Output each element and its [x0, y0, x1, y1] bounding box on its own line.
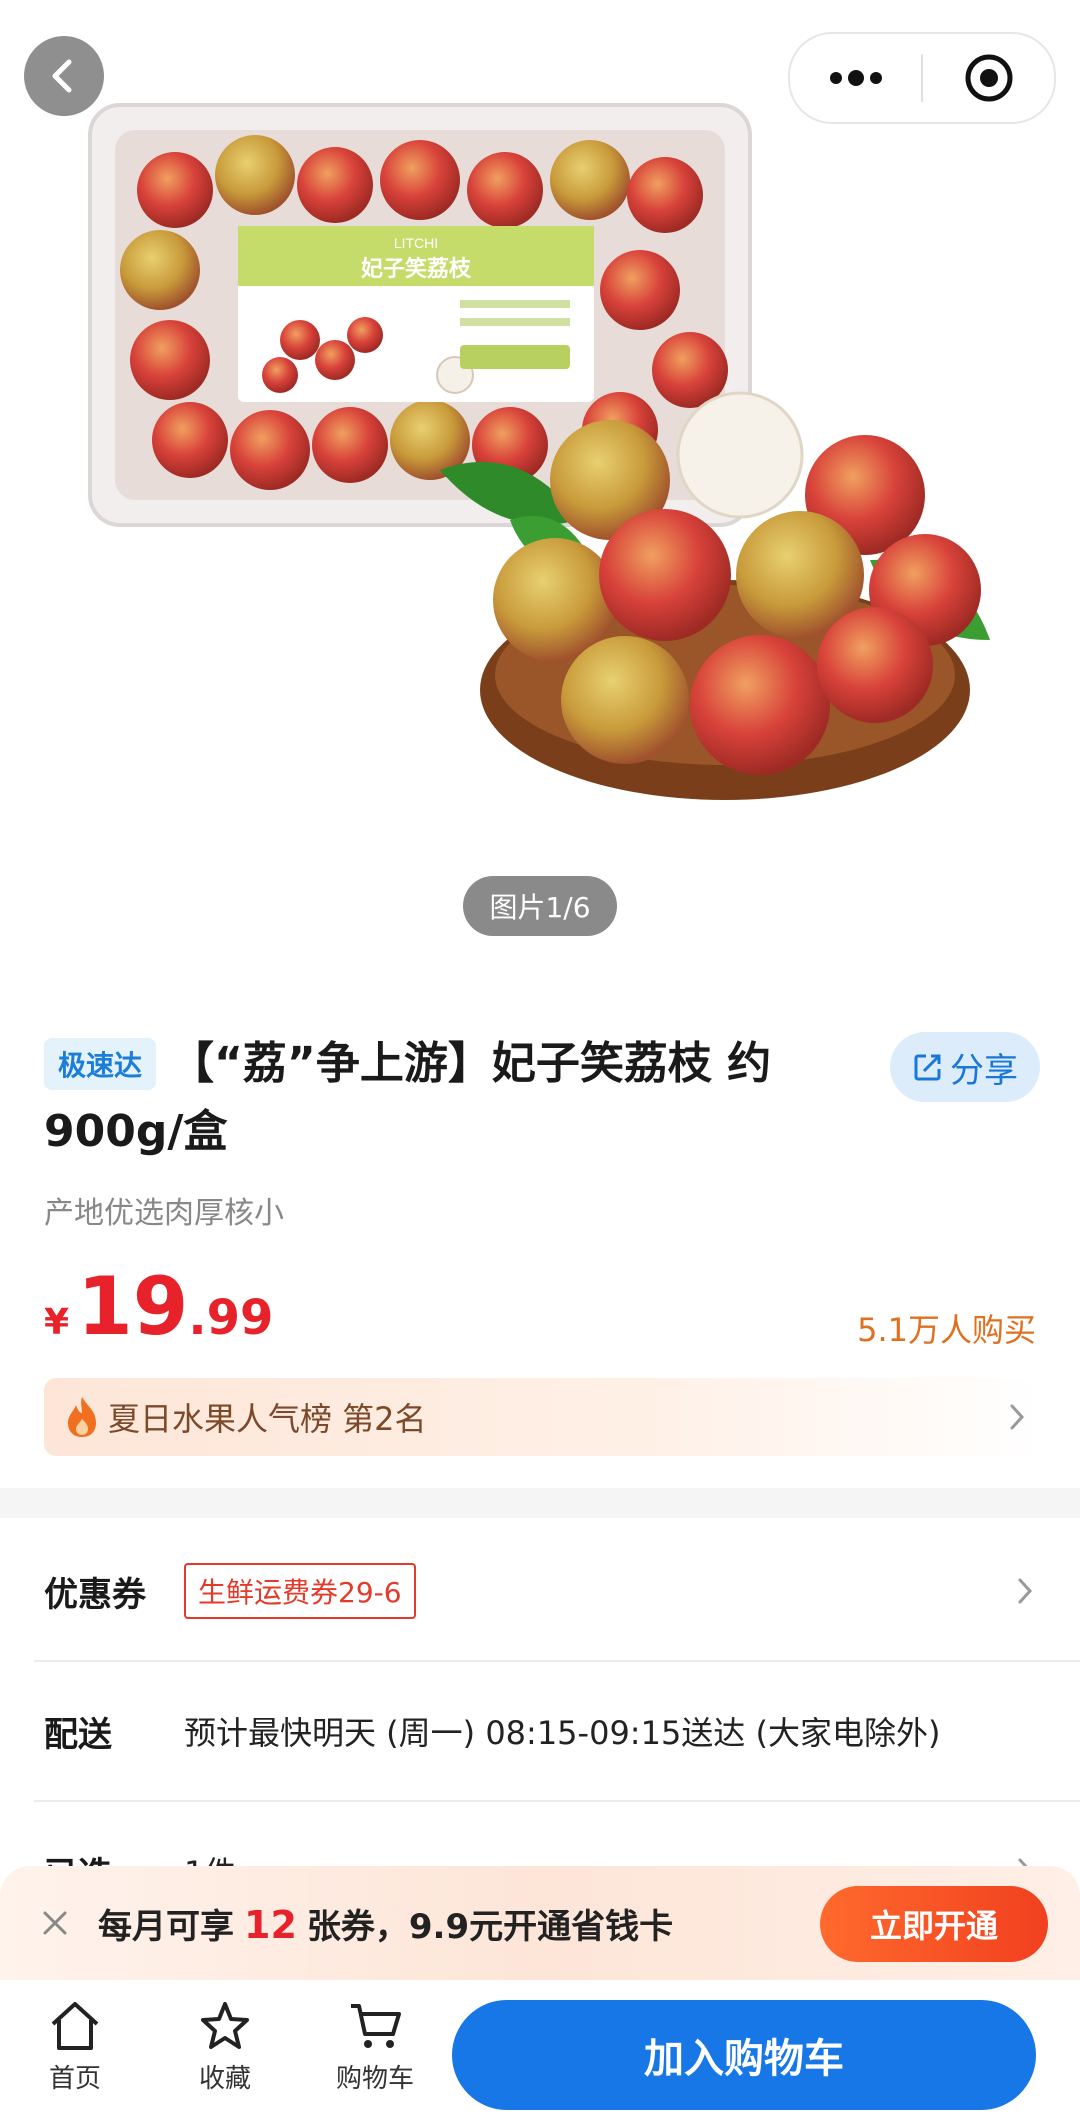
coupon-row[interactable]: 优惠券 生鲜运费券29-6: [44, 1522, 1080, 1660]
chevron-right-icon: [1018, 1578, 1033, 1604]
delivery-row: 配送 预计最快明天 (周一) 08:15-09:15送达 (大家电除外): [44, 1662, 1080, 1800]
bottom-action-bar: 首页 收藏 购物车 加入购物车: [0, 1980, 1080, 2126]
nav-favorite[interactable]: 收藏: [175, 2000, 275, 2095]
fire-icon: [68, 1397, 96, 1437]
savings-card-banner: 每月可享 12 张券，9.9元开通省钱卡 立即开通: [0, 1866, 1080, 1980]
nav-cart[interactable]: 购物车: [325, 2000, 425, 2095]
star-icon: [201, 2002, 249, 2049]
coupon-tag: 生鲜运费券29-6: [184, 1563, 416, 1619]
promo-suffix: 张券，9.9元开通省钱卡: [306, 1906, 674, 1947]
promo-text: 每月可享 12 张券，9.9元开通省钱卡: [98, 1899, 673, 1948]
product-image[interactable]: LITCHI 妃子笑荔枝 图片1/6: [0, 0, 1080, 960]
share-label: 分享: [950, 1050, 1018, 1091]
home-icon: [51, 2002, 99, 2050]
share-button[interactable]: 分享: [890, 1032, 1040, 1102]
promo-count: 12: [244, 1902, 297, 1947]
section-divider: [0, 1488, 1080, 1518]
more-button[interactable]: [790, 34, 921, 122]
ranking-bar[interactable]: 夏日水果人气榜 第2名: [44, 1378, 1040, 1456]
close-mini-program-button[interactable]: [923, 34, 1054, 122]
box-label-top: LITCHI: [394, 235, 438, 251]
cart-icon: [351, 2004, 401, 2048]
coupon-label: 优惠券: [44, 1574, 146, 1615]
close-icon[interactable]: [40, 1908, 70, 1938]
lychee-illustration: LITCHI 妃子笑荔枝: [88, 103, 990, 800]
target-icon: [965, 54, 1012, 102]
chevron-right-icon: [1010, 1404, 1025, 1430]
product-subtitle: 产地优选肉厚核小: [44, 1196, 284, 1231]
chevron-left-icon: [52, 59, 72, 93]
delivery-text: 预计最快明天 (周一) 08:15-09:15送达 (大家电除外): [184, 1714, 941, 1752]
box-label-title: 妃子笑荔枝: [361, 256, 472, 282]
more-dots-icon: [829, 70, 882, 86]
price-symbol: ¥: [44, 1302, 70, 1343]
add-to-cart-button[interactable]: 加入购物车: [452, 2000, 1036, 2110]
image-counter: 图片1/6: [463, 876, 617, 936]
open-now-button[interactable]: 立即开通: [820, 1886, 1048, 1962]
nav-cart-label: 购物车: [335, 2064, 414, 2094]
price: ¥ 19 .99: [44, 1262, 273, 1352]
mini-program-capsule: [788, 32, 1056, 124]
price-integer: 19: [77, 1260, 189, 1353]
back-button[interactable]: [24, 36, 104, 116]
price-decimal: .99: [188, 1290, 274, 1346]
promo-prefix: 每月可享: [98, 1906, 234, 1947]
express-badge: 极速达: [44, 1038, 157, 1090]
delivery-label: 配送: [44, 1714, 112, 1755]
nav-favorite-label: 收藏: [198, 2064, 251, 2094]
share-icon: [914, 1054, 941, 1081]
ranking-text: 夏日水果人气榜 第2名: [108, 1400, 427, 1438]
product-title-block: 极速达 【“荔”争上游】妃子笑荔枝 约900g/盒: [44, 1030, 844, 1166]
buyers-count: 5.1万人购买: [857, 1311, 1036, 1349]
nav-home[interactable]: 首页: [25, 2000, 125, 2095]
nav-home-label: 首页: [48, 2064, 101, 2094]
